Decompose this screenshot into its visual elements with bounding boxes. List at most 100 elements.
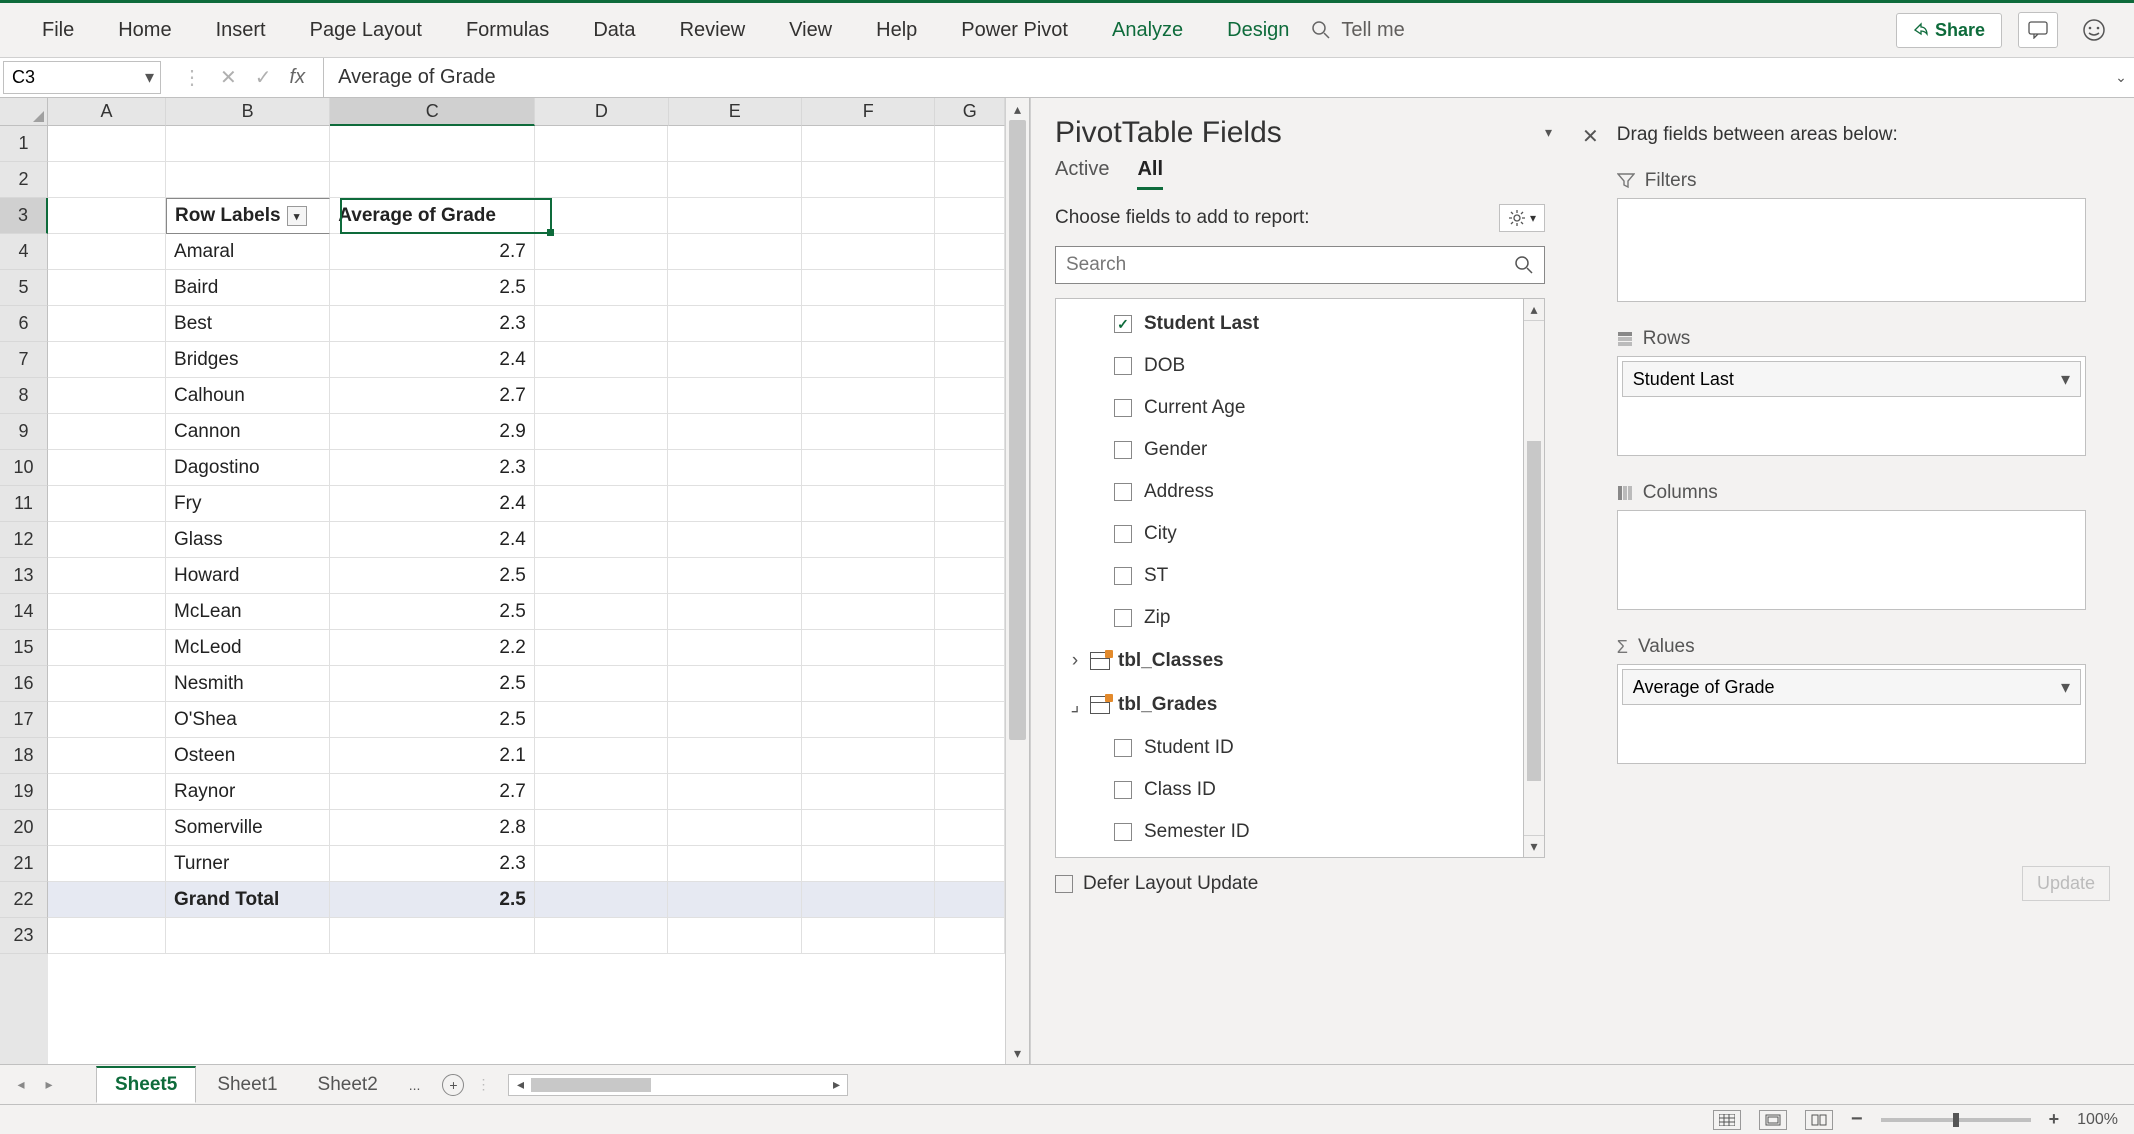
row-header[interactable]: 7 [0,342,48,378]
cell[interactable] [668,918,801,954]
horizontal-scrollbar[interactable]: ◂ ▸ [508,1074,848,1096]
cell[interactable] [668,126,801,162]
col-header[interactable]: D [535,98,668,126]
cell[interactable] [668,450,801,486]
formula-expand-icon[interactable]: ⌄ [2108,58,2134,97]
field-item[interactable]: Grade [1056,853,1523,858]
cell[interactable] [802,306,935,342]
col-header[interactable]: C [330,98,535,126]
table-node[interactable]: ›tbl_Classes [1056,639,1523,683]
cell[interactable] [802,378,935,414]
select-all-corner[interactable] [0,98,48,126]
ribbon-tab-file[interactable]: File [20,3,96,58]
cell[interactable] [668,342,801,378]
cell[interactable] [535,558,668,594]
cell[interactable] [668,378,801,414]
add-sheet-button[interactable]: + [442,1074,464,1096]
cell[interactable]: Turner [166,846,330,882]
cell[interactable] [802,162,935,198]
cell[interactable] [48,846,166,882]
checkbox[interactable] [1114,781,1132,799]
cell[interactable] [535,522,668,558]
cell[interactable]: 2.3 [330,450,535,486]
cell[interactable] [535,810,668,846]
row-header[interactable]: 11 [0,486,48,522]
row-header[interactable]: 22 [0,882,48,918]
cell[interactable]: McLean [166,594,330,630]
view-normal-icon[interactable] [1713,1110,1741,1130]
cell[interactable] [802,522,935,558]
rows-item[interactable]: Student Last ▾ [1622,361,2081,397]
cell[interactable] [668,270,801,306]
cell[interactable] [802,810,935,846]
scroll-left-icon[interactable]: ◂ [509,1076,531,1093]
cell[interactable]: Average of Grade [330,198,535,234]
panel-settings-button[interactable]: ▾ [1499,204,1545,232]
cell[interactable]: Grand Total [166,882,330,918]
cell[interactable] [935,486,1005,522]
field-item[interactable]: Student ID [1056,727,1523,769]
cell[interactable] [535,306,668,342]
cell[interactable] [668,306,801,342]
panel-tab-active[interactable]: Active [1055,158,1109,190]
cell[interactable] [48,738,166,774]
cell[interactable]: McLeod [166,630,330,666]
cell[interactable] [935,594,1005,630]
sheet-tab[interactable]: Sheet1 [198,1067,296,1103]
cell[interactable] [802,450,935,486]
cell[interactable]: Fry [166,486,330,522]
cell[interactable] [935,126,1005,162]
cell[interactable]: 2.4 [330,342,535,378]
cell[interactable] [802,702,935,738]
cell[interactable]: O'Shea [166,702,330,738]
expand-icon[interactable]: › [1068,650,1082,672]
field-item[interactable]: Zip [1056,597,1523,639]
view-page-break-icon[interactable] [1805,1110,1833,1130]
share-button[interactable]: Share [1896,13,2002,48]
cell[interactable]: 2.2 [330,630,535,666]
cell[interactable]: Raynor [166,774,330,810]
field-item[interactable]: Class ID [1056,769,1523,811]
cell[interactable]: Calhoun [166,378,330,414]
cell[interactable]: 2.8 [330,810,535,846]
cell[interactable] [668,522,801,558]
close-icon[interactable]: ✕ [1582,124,1599,149]
scroll-thumb[interactable] [1527,441,1541,781]
sheet-nav-prev-icon[interactable]: ◂ [8,1076,34,1093]
cell[interactable] [668,486,801,522]
scroll-up-icon[interactable]: ▴ [1006,98,1029,120]
cell[interactable] [935,522,1005,558]
row-header[interactable]: 4 [0,234,48,270]
cell[interactable] [330,162,535,198]
cell[interactable] [668,810,801,846]
row-header[interactable]: 2 [0,162,48,198]
field-item[interactable]: Address [1056,471,1523,513]
col-header[interactable]: F [802,98,935,126]
cell[interactable] [802,342,935,378]
cell[interactable] [48,306,166,342]
cell[interactable]: 2.7 [330,774,535,810]
cell[interactable] [668,630,801,666]
formula-more-icon[interactable]: ⋮ [182,65,202,90]
cell[interactable]: Dagostino [166,450,330,486]
cell[interactable] [802,738,935,774]
cell[interactable] [48,198,166,234]
comments-button[interactable] [2018,12,2058,48]
scroll-right-icon[interactable]: ▸ [825,1076,847,1093]
cell[interactable] [668,162,801,198]
cell[interactable]: Somerville [166,810,330,846]
scroll-thumb[interactable] [1009,120,1026,740]
checkbox[interactable] [1114,609,1132,627]
cell[interactable] [668,882,801,918]
sheet-tab[interactable]: Sheet2 [299,1067,397,1103]
cell[interactable] [48,666,166,702]
cell[interactable] [535,342,668,378]
cell[interactable] [48,270,166,306]
cell[interactable] [535,666,668,702]
cell[interactable] [802,846,935,882]
cell[interactable] [935,342,1005,378]
row-header[interactable]: 18 [0,738,48,774]
table-node[interactable]: ⌟tbl_Grades [1056,683,1523,727]
cell[interactable] [802,594,935,630]
tell-me-search[interactable]: Tell me [1311,19,1404,42]
